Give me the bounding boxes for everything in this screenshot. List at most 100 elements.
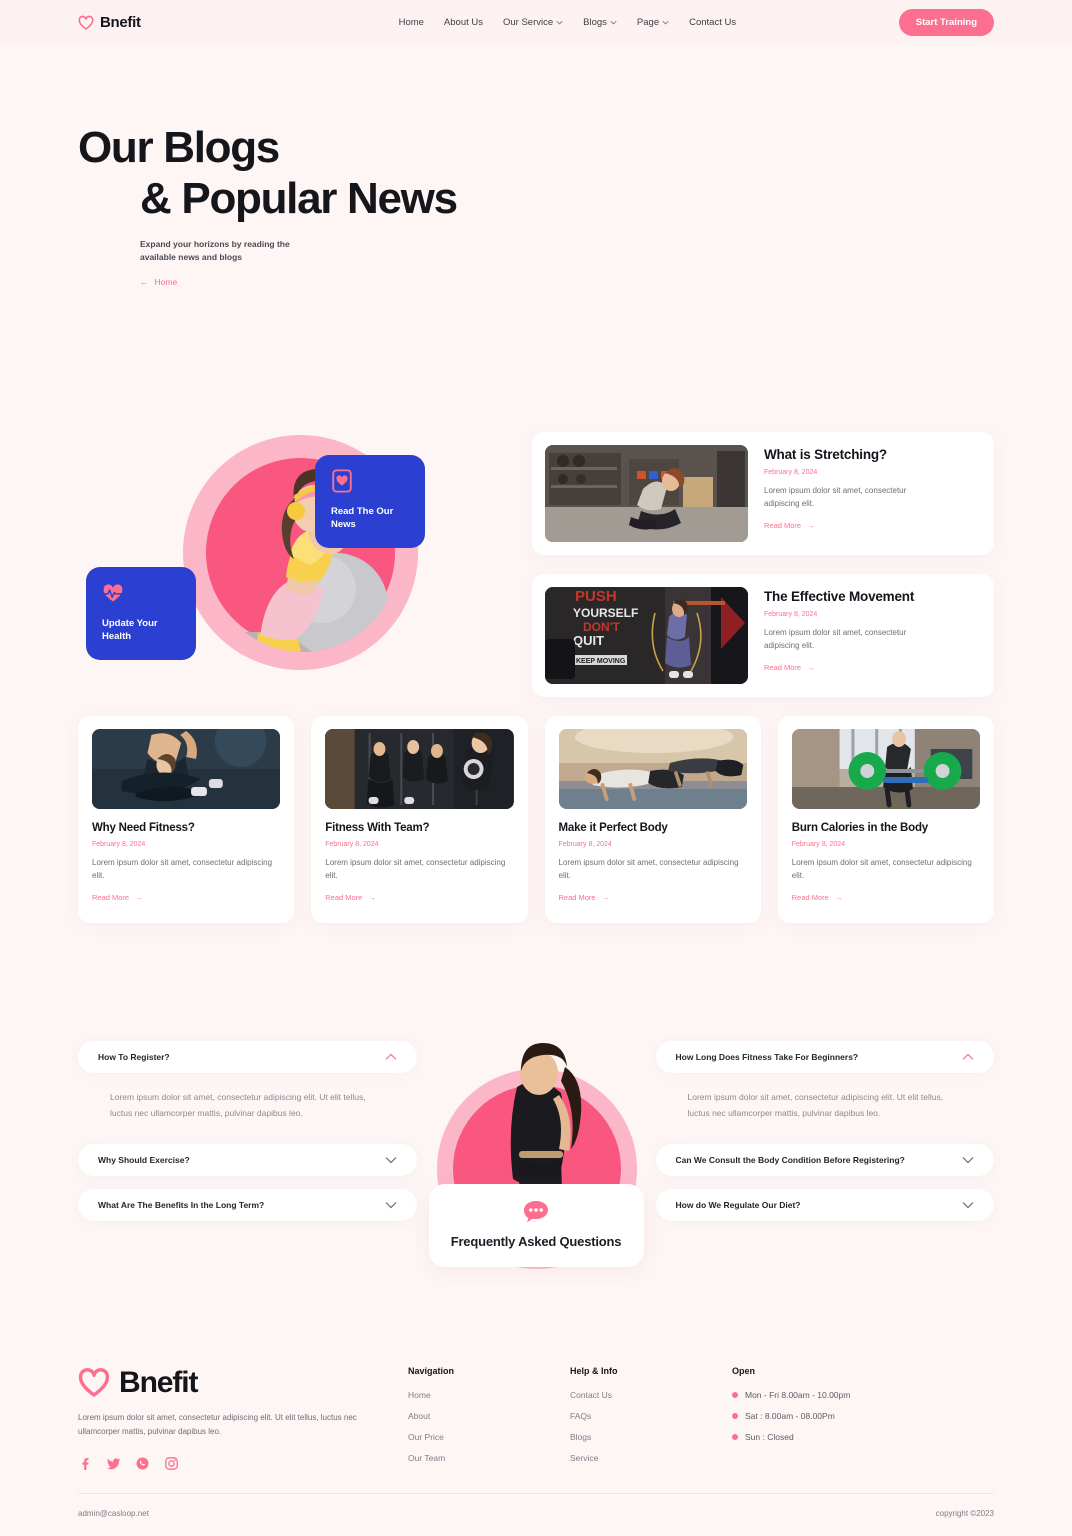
instagram-icon[interactable] — [165, 1457, 178, 1470]
faq-question: Can We Consult the Body Condition Before… — [675, 1154, 905, 1165]
faq-answer: Lorem ipsum dolor sit amet, consectetur … — [687, 1092, 944, 1118]
social-links — [78, 1457, 408, 1471]
mobile-heart-icon — [332, 469, 352, 493]
nav-item-contact-us[interactable]: Contact Us — [689, 17, 736, 28]
read-more-link[interactable]: Read More → — [792, 893, 843, 902]
footer-email[interactable]: admin@casloop.net — [78, 1509, 149, 1518]
nav-item-home[interactable]: Home — [399, 17, 424, 28]
start-training-button[interactable]: Start Training — [898, 9, 994, 36]
featured-illustration: Read The Our News Update Your Health — [78, 432, 508, 672]
blog-card-the-effective-movement[interactable]: PUSH YOURSELF DON'T QUIT KEEP MOVING The… — [532, 573, 994, 697]
nav-item-page[interactable]: Page — [637, 17, 669, 28]
blog-card-make-it-perfect-body[interactable]: Make it Perfect Body February 8, 2024 Lo… — [544, 715, 761, 924]
nav-item-about-us[interactable]: About Us — [444, 17, 483, 28]
blog-card-burn-calories-in-the-body[interactable]: Burn Calories in the Body February 8, 20… — [777, 715, 994, 924]
site-header: Bnefit Home About Us Our Service Blogs P… — [0, 0, 1072, 45]
read-more-label: Read More — [764, 521, 802, 531]
blog-card-why-need-fitness[interactable]: Why Need Fitness? February 8, 2024 Lorem… — [78, 715, 295, 924]
read-more-label: Read More — [791, 893, 829, 903]
badge-title: Update Your Health — [102, 617, 158, 643]
chevron-down-icon — [385, 1156, 396, 1163]
page-title-line-2: & Popular News — [140, 173, 458, 223]
footer-link-our-price[interactable]: Our Price — [408, 1432, 570, 1442]
footer-column-heading: Open — [732, 1366, 756, 1377]
chevron-down-icon — [962, 1156, 974, 1163]
badge-update-your-health[interactable]: Update Your Health — [86, 566, 196, 661]
blog-excerpt: Lorem ipsum dolor sit amet, consectetur … — [791, 857, 972, 880]
arrow-right-icon: → — [834, 893, 843, 903]
open-hours-text: Mon - Fri 8.00am - 10.00pm — [745, 1390, 851, 1401]
footer-link-home[interactable]: Home — [408, 1390, 570, 1400]
site-footer: Bnefit Lorem ipsum dolor sit amet, conse… — [0, 1266, 1072, 1474]
page-title: Our Blogs & Popular News — [78, 123, 994, 224]
faq-item-how-long-for-beginners[interactable]: How Long Does Fitness Take For Beginners… — [655, 1041, 994, 1074]
faq-question: How Long Does Fitness Take For Beginners… — [675, 1052, 859, 1063]
blog-date: February 8, 2024 — [764, 610, 818, 618]
faq-question: How do We Regulate Our Diet? — [675, 1199, 801, 1210]
breadcrumb[interactable]: ← Home — [140, 277, 994, 287]
read-more-link[interactable]: Read More → — [559, 893, 610, 902]
faq-label-card: Frequently Asked Questions — [428, 1184, 644, 1268]
blog-excerpt: Lorem ipsum dolor sit amet, consectetur … — [764, 627, 907, 650]
svg-text:KEEP MOVING: KEEP MOVING — [576, 658, 626, 665]
footer-link-about[interactable]: About — [408, 1411, 570, 1421]
faq-question: What Are The Benefits In the Long Term? — [98, 1199, 265, 1210]
footer-link-our-team[interactable]: Our Team — [408, 1453, 570, 1463]
open-hours-sunday: Sun : Closed — [732, 1432, 994, 1442]
blog-card-fitness-with-team[interactable]: Fitness With Team? February 8, 2024 Lore… — [311, 715, 528, 924]
nav-item-blogs[interactable]: Blogs — [583, 17, 617, 28]
heart-icon — [78, 1368, 110, 1397]
blog-card-body: The Effective Movement February 8, 2024 … — [764, 587, 981, 684]
badge-read-the-our-news[interactable]: Read The Our News — [315, 454, 425, 549]
blog-title: The Effective Movement — [764, 588, 915, 604]
facebook-icon[interactable] — [78, 1457, 91, 1471]
blog-card-what-is-stretching[interactable]: What is Stretching? February 8, 2024 Lor… — [532, 431, 994, 555]
nav-label: About Us — [443, 17, 483, 28]
faq-item-benefits-long-term[interactable]: What Are The Benefits In the Long Term? — [78, 1188, 417, 1221]
featured-blog-section: Read The Our News Update Your Health Wha… — [0, 287, 1072, 697]
faq-heading: Frequently Asked Questions — [450, 1234, 622, 1250]
read-more-link[interactable]: Read More → — [764, 663, 815, 672]
twitter-icon[interactable] — [107, 1457, 120, 1470]
footer-link-contact-us[interactable]: Contact Us — [570, 1390, 732, 1400]
open-hours-saturday: Sat : 8.00am - 08.00Pm — [732, 1411, 994, 1421]
nav-item-our-service[interactable]: Our Service — [503, 17, 563, 28]
arrow-right-icon: → — [807, 521, 815, 531]
chevron-down-icon — [662, 20, 669, 25]
faq-column-right: How Long Does Fitness Take For Beginners… — [655, 1041, 994, 1221]
heart-icon — [78, 15, 94, 30]
nav-label: Contact Us — [689, 17, 737, 28]
read-more-link[interactable]: Read More → — [325, 893, 376, 902]
footer-link-service[interactable]: Service — [570, 1453, 732, 1463]
faq-item-consult-body-condition[interactable]: Can We Consult the Body Condition Before… — [655, 1143, 994, 1176]
read-more-link[interactable]: Read More → — [764, 521, 815, 530]
blog-title: Why Need Fitness? — [92, 821, 195, 834]
read-more-label: Read More — [558, 893, 596, 903]
clock-dot-icon — [732, 1413, 738, 1420]
blog-title: Fitness With Team? — [325, 821, 430, 834]
footer-link-blogs[interactable]: Blogs — [570, 1432, 732, 1442]
faq-section: How To Register? Lorem ipsum dolor sit a… — [0, 923, 1072, 1270]
blog-card-body: What is Stretching? February 8, 2024 Lor… — [764, 445, 981, 542]
clock-dot-icon — [732, 1392, 738, 1399]
footer-brand: Bnefit Lorem ipsum dolor sit amet, conse… — [78, 1366, 408, 1471]
footer-column-heading: Navigation — [408, 1366, 455, 1377]
faq-item-regulate-our-diet[interactable]: How do We Regulate Our Diet? — [655, 1188, 994, 1221]
footer-link-faqs[interactable]: FAQs — [570, 1411, 732, 1421]
heart-pulse-icon — [102, 584, 124, 602]
chevron-down-icon — [962, 1201, 974, 1208]
blog-date: February 8, 2024 — [558, 840, 612, 848]
footer-logo[interactable]: Bnefit — [78, 1366, 408, 1400]
read-more-link[interactable]: Read More → — [92, 893, 143, 902]
blog-thumbnail — [791, 728, 980, 809]
breadcrumb-link-home[interactable]: Home — [155, 277, 178, 287]
faq-item-why-should-exercise[interactable]: Why Should Exercise? — [78, 1143, 417, 1176]
footer-column-navigation: Navigation Home About Our Price Our Team — [408, 1366, 570, 1474]
faq-item-how-to-register[interactable]: How To Register? — [78, 1041, 417, 1074]
whatsapp-icon[interactable] — [136, 1457, 149, 1470]
read-more-label: Read More — [92, 893, 130, 903]
chevron-down-icon — [610, 20, 617, 25]
site-logo[interactable]: Bnefit — [78, 14, 141, 31]
open-hours-weekday: Mon - Fri 8.00am - 10.00pm — [732, 1390, 994, 1400]
